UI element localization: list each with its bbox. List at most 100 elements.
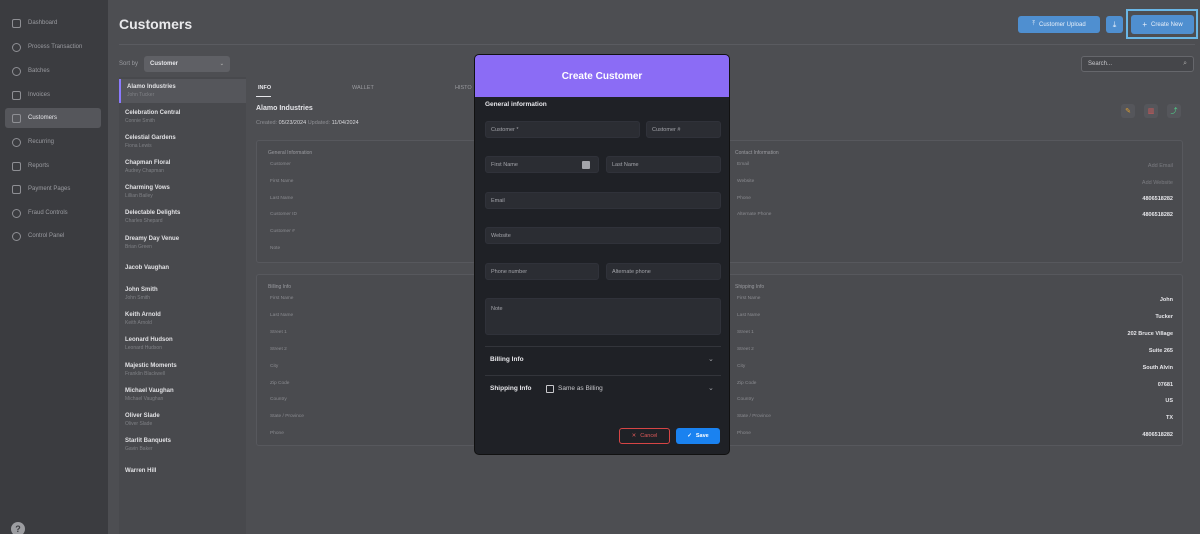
phone-placeholder: Phone number (491, 268, 528, 275)
sidebar-item-recurring[interactable]: Recurring (5, 132, 101, 152)
field-label: Alternate Phone (737, 212, 772, 217)
first-name-placeholder: First Name (491, 161, 518, 168)
modal-title: Create Customer (561, 70, 643, 82)
page-title: Customers (119, 16, 193, 32)
sidebar-item-label: Customers (28, 115, 58, 121)
list-item[interactable]: Dreamy Day Venue Brian Green (119, 231, 246, 255)
sidebar-item-label: Payment Pages (28, 186, 71, 192)
sidebar-item-label: Reports (28, 163, 50, 169)
list-item[interactable]: Keith Arnold Keith Arnold (119, 307, 246, 331)
modal-header: Create Customer (475, 55, 729, 97)
customer-contact: Keith Arnold (125, 320, 152, 326)
sidebar-item-invoices[interactable]: Invoices (5, 85, 101, 105)
shield-icon (12, 208, 21, 218)
customer-name: Majestic Moments (125, 363, 177, 369)
last-name-field[interactable]: Last Name (606, 156, 721, 173)
tab-history[interactable]: HISTO (455, 85, 472, 91)
customer-contact: Brian Green (125, 244, 152, 250)
field-label: Last Name (270, 196, 294, 201)
sidebar-item-batches[interactable]: Batches (5, 61, 101, 81)
card-title: Shipping Info (735, 284, 765, 290)
list-item[interactable]: Charming Vows Lillian Bailey (119, 180, 246, 204)
sidebar-item-fraud-controls[interactable]: Fraud Controls (5, 203, 101, 223)
edit-button[interactable]: ✎ (1121, 104, 1135, 118)
email-field[interactable]: Email (485, 192, 721, 209)
list-item[interactable]: Chapman Floral Audrey Chapman (119, 155, 246, 179)
sort-select[interactable]: Customer ⌄ (144, 56, 230, 72)
download-button[interactable]: ⤓ (1106, 16, 1123, 33)
list-item[interactable]: John Smith John Smith (119, 282, 246, 306)
sidebar-item-reports[interactable]: Reports (5, 156, 101, 176)
customer-name: Oliver Slade (125, 413, 160, 419)
field-label: Street 1 (737, 330, 754, 335)
check-icon: ✓ (687, 433, 692, 439)
list-item[interactable]: Celestial Gardens Fiona Lewis (119, 130, 246, 154)
field-label: State / Province (737, 414, 771, 419)
customer-contact: Michael Vaughan (125, 396, 164, 402)
list-item[interactable]: Majestic Moments Franklin Blackwell (119, 358, 246, 382)
customer-field[interactable]: Customer * (485, 121, 640, 138)
same-as-billing-checkbox[interactable] (546, 385, 554, 393)
tab-wallet[interactable]: WALLET (352, 85, 374, 91)
field-label: Phone (737, 196, 751, 201)
tab-info[interactable]: INFO (258, 85, 271, 91)
list-item[interactable]: Jacob Vaughan (119, 260, 246, 284)
contact-row: Website Add Website (737, 179, 1173, 189)
sidebar-item-dashboard[interactable]: Dashboard (5, 13, 101, 33)
customer-upload-button[interactable]: ⤒ Customer Upload (1018, 16, 1100, 33)
list-item[interactable]: Starlit Banquets Gavin Baker (119, 433, 246, 457)
list-item[interactable]: Oliver Slade Oliver Slade (119, 408, 246, 432)
customer-name: Alamo Industries (127, 84, 176, 90)
sidebar-item-payment-pages[interactable]: Payment Pages (5, 179, 101, 199)
sidebar-item-control-panel[interactable]: Control Panel (5, 226, 101, 246)
customer-contact: Connie Smith (125, 118, 156, 124)
field-label: Last Name (737, 313, 761, 318)
list-item[interactable]: Michael Vaughan Michael Vaughan (119, 383, 246, 407)
field-label: Note (270, 246, 281, 251)
field-value: 4806518282 (1142, 432, 1173, 438)
share-button[interactable]: ⤴ (1167, 104, 1181, 118)
sidebar-item-process-transaction[interactable]: Process Transaction (5, 37, 101, 57)
list-item[interactable]: Leonard Hudson Leonard Hudson (119, 332, 246, 356)
shipping-row: Street 1 202 Bruce Village (737, 330, 1173, 340)
field-label: Customer # (270, 229, 295, 234)
phone-field[interactable]: Phone number (485, 263, 599, 280)
recurring-icon (12, 137, 21, 147)
cancel-label: Cancel (640, 433, 658, 439)
sidebar-item-label: Control Panel (28, 233, 65, 239)
alternate-phone-field[interactable]: Alternate phone (606, 263, 721, 280)
shipping-info-toggle[interactable]: Shipping Info (490, 385, 532, 392)
list-item[interactable]: Warren Hill (119, 463, 246, 487)
sidebar-item-customers[interactable]: Customers (5, 108, 101, 128)
delete-button[interactable]: ▥ (1144, 104, 1158, 118)
first-name-field[interactable]: First Name (485, 156, 599, 173)
chevron-down-icon[interactable]: ⌄ (708, 384, 714, 392)
contact-card-icon[interactable] (582, 161, 590, 169)
billing-info-toggle[interactable]: Billing Info (490, 356, 524, 363)
customer-contact: Audrey Chapman (125, 168, 164, 174)
field-value: TX (1165, 415, 1173, 421)
list-item[interactable]: Delectable Delights Charles Shepard (119, 205, 246, 229)
customer-contact: John Tucker (127, 92, 155, 98)
shipping-row: First Name John (737, 296, 1173, 306)
customer-number-field[interactable]: Customer # (646, 121, 721, 138)
sidebar-item-label: Recurring (28, 139, 55, 145)
list-item[interactable]: Alamo Industries John Tucker (119, 79, 246, 103)
customer-field-placeholder: Customer * (491, 126, 519, 133)
customer-contact: Leonard Hudson (125, 345, 162, 351)
customer-name: Chapman Floral (125, 160, 171, 166)
search-input[interactable]: Search... ⌕ (1081, 56, 1194, 72)
save-button[interactable]: ✓ Save (676, 428, 720, 444)
list-item[interactable]: Celebration Central Connie Smith (119, 105, 246, 129)
field-label: Phone (737, 431, 751, 436)
pencil-icon: ✎ (1125, 108, 1131, 115)
field-value: South Alvin (1142, 365, 1173, 371)
chevron-down-icon: ⌄ (219, 61, 224, 67)
help-icon[interactable]: ? (11, 522, 25, 534)
chevron-down-icon[interactable]: ⌄ (708, 355, 714, 363)
website-field[interactable]: Website (485, 227, 721, 244)
cancel-button[interactable]: ✕ Cancel (619, 428, 670, 444)
note-field[interactable]: Note (485, 298, 721, 335)
add-website-link[interactable]: Add Website (1142, 180, 1173, 186)
add-email-link[interactable]: Add Email (1148, 163, 1173, 169)
